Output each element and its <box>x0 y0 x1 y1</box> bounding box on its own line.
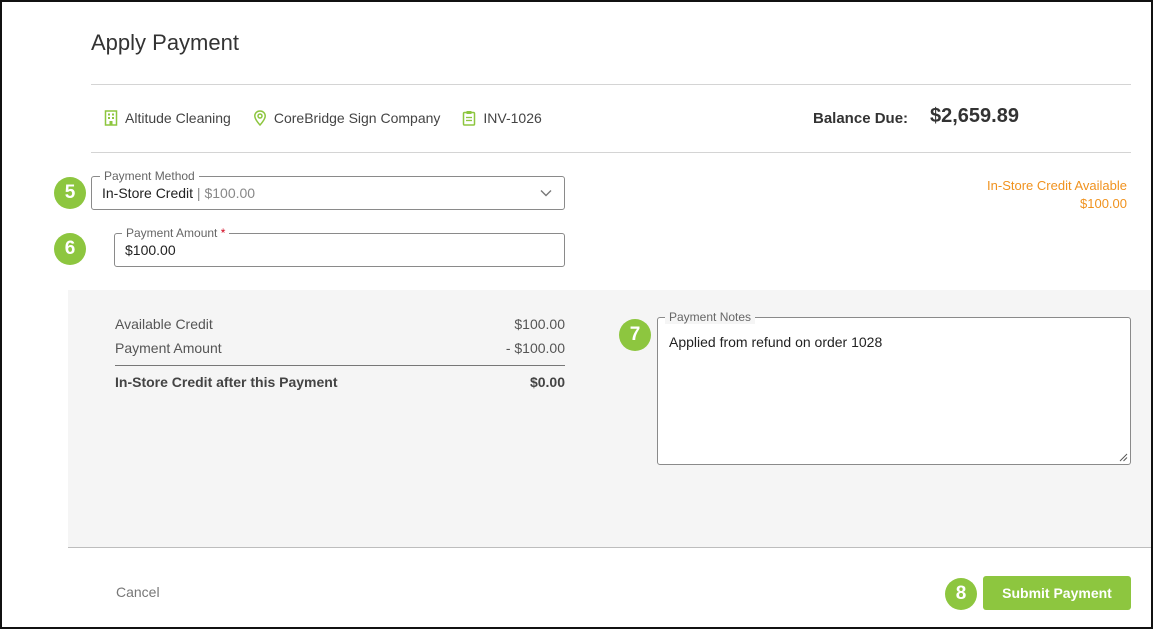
summary-value: $100.00 <box>514 316 565 332</box>
location-name: CoreBridge Sign Company <box>273 110 441 126</box>
resize-handle-icon[interactable] <box>1119 453 1128 462</box>
company-info: Altitude Cleaning <box>104 110 231 126</box>
payment-amount-legend: Payment Amount * <box>122 226 230 240</box>
payment-amount-value: $100.00 <box>125 242 176 258</box>
company-name: Altitude Cleaning <box>125 110 231 126</box>
credit-available-amount: $100.00 <box>1080 196 1127 211</box>
payment-notes-legend: Payment Notes <box>665 310 756 324</box>
step-badge-6: 6 <box>54 233 86 265</box>
payment-method-legend: Payment Method <box>100 169 199 183</box>
summary-label: Payment Amount <box>115 340 222 356</box>
payment-amount-input[interactable]: Payment Amount * $100.00 <box>114 226 565 267</box>
payment-method-value: In-Store Credit | $100.00 <box>102 185 255 201</box>
summary-row-payment: Payment Amount - $100.00 <box>115 340 565 356</box>
summary-total-value: $0.00 <box>529 374 565 390</box>
payment-method-separator: | <box>193 185 205 201</box>
invoice-number: INV-1026 <box>483 110 542 126</box>
apply-payment-dialog: Apply Payment Altitude Cleaning CoreBrid… <box>0 0 1153 629</box>
dialog-title: Apply Payment <box>91 30 239 55</box>
summary-value: - $100.00 <box>505 340 565 356</box>
summary-divider <box>115 365 565 366</box>
invoice-info-row: Altitude Cleaning CoreBridge Sign Compan… <box>104 108 564 128</box>
credit-available-note: In-Store Credit Available $100.00 <box>987 177 1127 213</box>
chevron-down-icon <box>540 190 552 197</box>
cancel-button[interactable]: Cancel <box>116 584 160 600</box>
payment-notes-value: Applied from refund on order 1028 <box>669 334 883 350</box>
payment-amount-legend-text: Payment Amount <box>126 226 218 240</box>
summary-row-available: Available Credit $100.00 <box>115 316 565 332</box>
invoice-info: INV-1026 <box>462 110 542 126</box>
summary-label: Available Credit <box>115 316 213 332</box>
payment-method-name: In-Store Credit <box>102 185 194 201</box>
payment-notes-textarea[interactable]: Payment Notes Applied from refund on ord… <box>657 310 1131 465</box>
required-mark: * <box>220 226 226 240</box>
header-divider <box>91 84 1131 85</box>
clipboard-icon <box>463 111 476 126</box>
credit-available-label: In-Store Credit Available <box>987 178 1127 193</box>
balance-due-value: $2,659.89 <box>930 105 1019 127</box>
balance-due-label: Balance Due: <box>813 110 909 127</box>
summary-row-total: In-Store Credit after this Payment $0.00 <box>115 374 565 390</box>
location-info: CoreBridge Sign Company <box>253 110 441 126</box>
payment-method-amount: $100.00 <box>204 185 256 201</box>
summary-total-label: In-Store Credit after this Payment <box>115 374 338 390</box>
map-pin-icon <box>253 110 266 126</box>
info-divider <box>91 152 1131 153</box>
step-badge-8: 8 <box>945 578 977 610</box>
payment-method-select[interactable]: Payment Method In-Store Credit | $100.00 <box>91 169 565 210</box>
step-badge-7: 7 <box>619 319 651 351</box>
submit-payment-button[interactable]: Submit Payment <box>983 576 1131 610</box>
step-badge-5: 5 <box>54 177 86 209</box>
building-icon <box>104 110 118 126</box>
